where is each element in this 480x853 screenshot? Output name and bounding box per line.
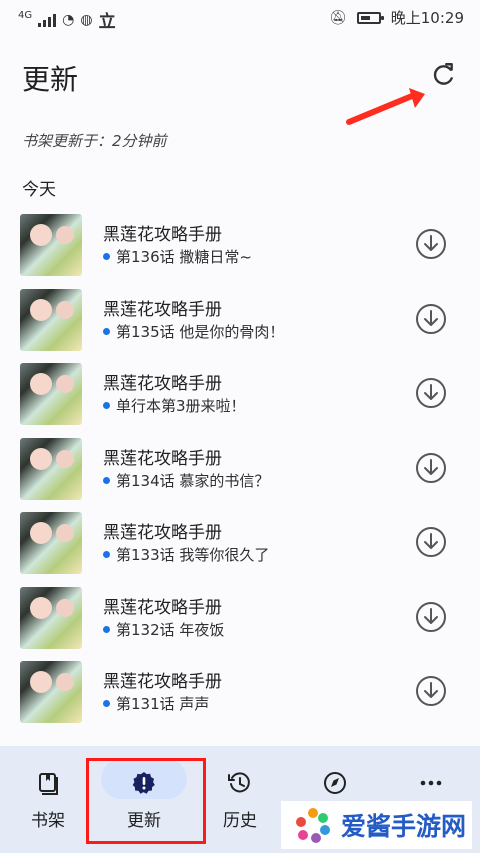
bookshelf-icon bbox=[39, 773, 58, 795]
mute-icon: 🔕︎ bbox=[328, 9, 347, 26]
comic-title: 黑莲花攻略手册 bbox=[103, 523, 222, 543]
comic-title: 黑莲花攻略手册 bbox=[103, 597, 222, 618]
page-title: 更新 bbox=[22, 63, 79, 96]
history-icon bbox=[228, 772, 250, 793]
comic-title: 黑莲花攻略手册 bbox=[103, 672, 222, 692]
chapter-line: 第132话 年夜饭 bbox=[103, 619, 224, 640]
tab-history[interactable]: 历史 bbox=[210, 746, 270, 853]
chapter-title: 第135话 他是你的骨肉！ bbox=[116, 322, 285, 341]
list-item[interactable]: 黑莲花攻略手册 第133话 我等你很久了 bbox=[0, 504, 480, 579]
more-icon bbox=[420, 780, 442, 786]
last-updated-text: 书架更新于：2分钟前 bbox=[22, 132, 167, 150]
status-left: 4G ◔ ◍ 立 bbox=[18, 7, 116, 32]
section-today: 今天 bbox=[22, 180, 56, 200]
chapter-title: 第133话 我等你很久了 bbox=[116, 546, 270, 564]
comic-title: 黑莲花攻略手册 bbox=[103, 448, 222, 469]
new-dot-icon bbox=[103, 551, 110, 558]
status-time: 晚上10:29 bbox=[390, 9, 464, 27]
carrier-badge: 立 bbox=[98, 12, 116, 32]
chapter-line: 第131话 声声 bbox=[103, 693, 209, 714]
flower-logo-icon bbox=[295, 808, 330, 843]
cover-image[interactable] bbox=[20, 586, 82, 649]
chapter-line: 第136话 撒糖日常~ bbox=[103, 246, 252, 267]
network-indicator: 4G bbox=[18, 10, 33, 21]
download-icon[interactable] bbox=[415, 377, 447, 409]
annotation-highlight-box bbox=[86, 758, 206, 844]
download-icon[interactable] bbox=[415, 526, 447, 558]
refresh-icon[interactable] bbox=[430, 61, 456, 87]
chapter-line: 第134话 慕家的书信？ bbox=[103, 470, 269, 491]
list-item[interactable]: 黑莲花攻略手册 第131话 声声 bbox=[0, 653, 480, 728]
cover-image[interactable] bbox=[20, 661, 82, 723]
wifi-icon: ◔ bbox=[62, 11, 75, 28]
cover-image[interactable] bbox=[20, 288, 82, 351]
download-icon[interactable] bbox=[415, 228, 447, 260]
watermark-text: 爱酱手游网 bbox=[340, 812, 466, 841]
tab-label: 书架 bbox=[31, 811, 65, 831]
list-item[interactable]: 黑莲花攻略手册 单行本第3册来啦！ bbox=[0, 355, 480, 430]
list-item[interactable]: 黑莲花攻略手册 第132话 年夜饭 bbox=[0, 579, 480, 654]
chapter-title: 第131话 声声 bbox=[116, 695, 210, 713]
cover-image[interactable] bbox=[20, 214, 82, 276]
comic-title: 黑莲花攻略手册 bbox=[103, 225, 222, 245]
status-bar: 4G ◔ ◍ 立 🔕︎ 晚上10:29 bbox=[0, 0, 480, 34]
update-list: 黑莲花攻略手册 第136话 撒糖日常~ 黑莲花攻略手册 第135话 他是你的骨肉… bbox=[0, 206, 480, 728]
chapter-title: 第136话 撒糖日常~ bbox=[116, 248, 252, 266]
annotation-arrow-icon bbox=[346, 88, 425, 125]
new-dot-icon bbox=[103, 700, 110, 707]
watermark: 爱酱手游网 bbox=[280, 801, 472, 849]
chapter-title: 第132话 年夜饭 bbox=[116, 620, 225, 639]
battery-icon bbox=[356, 11, 384, 24]
download-icon[interactable] bbox=[415, 303, 447, 335]
chapter-line: 第133话 我等你很久了 bbox=[103, 544, 269, 565]
signal-icon bbox=[38, 13, 57, 27]
new-dot-icon bbox=[103, 402, 110, 409]
cover-image[interactable] bbox=[20, 512, 82, 574]
new-dot-icon bbox=[103, 476, 110, 484]
comic-title: 黑莲花攻略手册 bbox=[103, 374, 222, 394]
chapter-title: 第134话 慕家的书信？ bbox=[116, 471, 270, 490]
chapter-line: 单行本第3册来啦！ bbox=[103, 395, 246, 416]
new-dot-icon bbox=[103, 253, 110, 260]
download-icon[interactable] bbox=[415, 452, 447, 484]
chapter-line: 第135话 他是你的骨肉！ bbox=[103, 321, 284, 342]
cover-image[interactable] bbox=[20, 437, 82, 500]
comic-title: 黑莲花攻略手册 bbox=[103, 299, 222, 320]
new-dot-icon bbox=[103, 327, 110, 335]
tab-label: 历史 bbox=[223, 811, 257, 831]
chat-icon: ◍ bbox=[80, 11, 93, 28]
new-dot-icon bbox=[103, 625, 110, 633]
list-item[interactable]: 黑莲花攻略手册 第136话 撒糖日常~ bbox=[0, 206, 480, 281]
tab-bookshelf[interactable]: 书架 bbox=[18, 746, 78, 853]
download-icon[interactable] bbox=[415, 601, 447, 633]
download-icon[interactable] bbox=[415, 675, 447, 707]
list-item[interactable]: 黑莲花攻略手册 第135话 他是你的骨肉！ bbox=[0, 281, 480, 356]
chapter-title: 单行本第3册来啦！ bbox=[116, 397, 246, 415]
cover-image[interactable] bbox=[20, 363, 82, 425]
list-item[interactable]: 黑莲花攻略手册 第134话 慕家的书信？ bbox=[0, 430, 480, 505]
compass-icon bbox=[324, 772, 346, 794]
status-right: 🔕︎ 晚上10:29 bbox=[329, 7, 464, 28]
